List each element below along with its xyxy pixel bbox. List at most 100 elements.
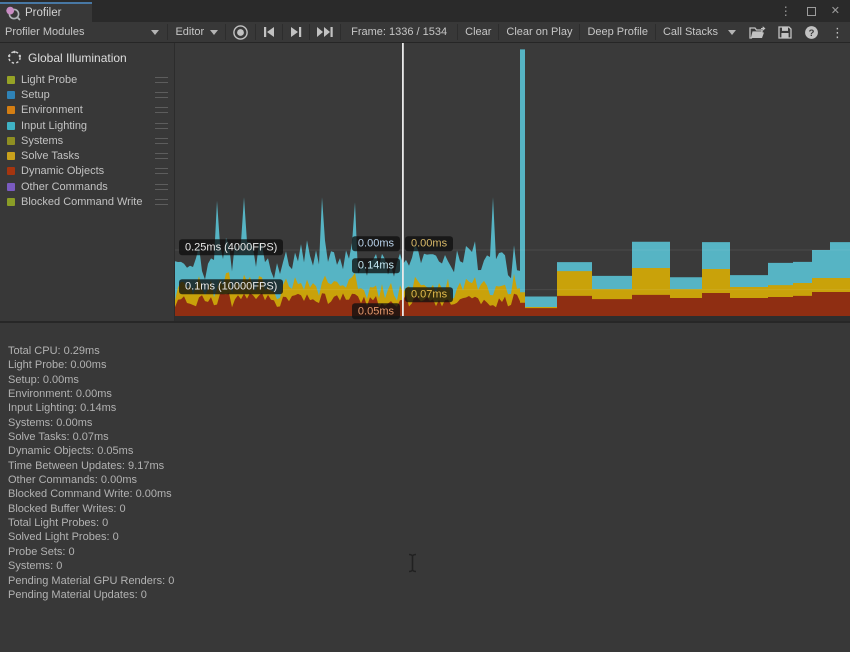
- skip-to-start-icon: [262, 26, 276, 38]
- profiler-modules-label: Profiler Modules: [5, 26, 84, 38]
- profiler-icon: [5, 6, 21, 21]
- legend-list: Light Probe Setup Environment Input Lightin…: [0, 72, 174, 210]
- window-menu-icon[interactable]: ⋮: [780, 5, 792, 17]
- svg-text:?: ?: [809, 28, 815, 39]
- module-title: Global Illumination: [28, 51, 127, 65]
- stat-line: Solve Tasks: 0.07ms: [8, 430, 850, 444]
- close-icon[interactable]: ✕: [831, 6, 840, 17]
- legend-color-swatch: [7, 76, 15, 84]
- current-frame-button[interactable]: [310, 22, 340, 42]
- legend-label: Systems: [21, 135, 155, 147]
- stat-line: Total CPU: 0.29ms: [8, 344, 850, 358]
- legend-label: Dynamic Objects: [21, 165, 155, 177]
- record-button[interactable]: [226, 22, 255, 42]
- selected-frame-line[interactable]: [402, 43, 404, 316]
- context-menu-button[interactable]: ⋮: [825, 22, 850, 42]
- legend-label: Input Lighting: [21, 120, 155, 132]
- drag-handle-icon[interactable]: [155, 153, 168, 159]
- legend-color-swatch: [7, 106, 15, 114]
- legend-item-dynamic-objects[interactable]: Dynamic Objects: [0, 164, 174, 179]
- profiler-window: Profiler ⋮ ✕ Profiler Modules Editor: [0, 0, 850, 652]
- deep-profile-label: Deep Profile: [587, 26, 648, 38]
- legend-label: Other Commands: [21, 181, 155, 193]
- drag-handle-icon[interactable]: [155, 92, 168, 98]
- stat-line: Other Commands: 0.00ms: [8, 473, 850, 487]
- stat-line: Environment: 0.00ms: [8, 387, 850, 401]
- record-icon: [232, 24, 249, 41]
- legend-item-environment[interactable]: Environment: [0, 103, 174, 118]
- tab-title: Profiler: [25, 7, 61, 19]
- clear-on-play-toggle[interactable]: Clear on Play: [499, 22, 579, 42]
- open-folder-icon: [749, 26, 766, 39]
- help-button[interactable]: ?: [798, 22, 825, 42]
- help-icon: ?: [804, 25, 819, 40]
- global-illumination-icon: [7, 50, 22, 65]
- drag-handle-icon[interactable]: [155, 77, 168, 83]
- legend-item-systems[interactable]: Systems: [0, 133, 174, 148]
- stats-list: Total CPU: 0.29msLight Probe: 0.00msSetu…: [8, 344, 850, 602]
- legend-color-swatch: [7, 198, 15, 206]
- stat-line: Time Between Updates: 9.17ms: [8, 459, 850, 473]
- clear-button[interactable]: Clear: [458, 22, 498, 42]
- legend-color-swatch: [7, 183, 15, 191]
- step-forward-icon: [289, 26, 303, 38]
- clear-on-play-label: Clear on Play: [506, 26, 572, 38]
- first-frame-button[interactable]: [256, 22, 282, 42]
- frame-counter: Frame: 1336 / 1534: [341, 22, 457, 42]
- kebab-menu-icon: ⋮: [831, 26, 844, 39]
- stat-line: Blocked Command Write: 0.00ms: [8, 487, 850, 501]
- deep-profile-toggle[interactable]: Deep Profile: [580, 22, 655, 42]
- drag-handle-icon[interactable]: [155, 168, 168, 174]
- stat-line: Pending Material GPU Renders: 0: [8, 574, 850, 588]
- legend-color-swatch: [7, 122, 15, 130]
- editor-target-dropdown[interactable]: Editor: [168, 22, 225, 42]
- editor-target-label: Editor: [175, 26, 204, 38]
- chevron-down-icon: [151, 30, 159, 35]
- drag-handle-icon[interactable]: [155, 199, 168, 205]
- stat-line: Setup: 0.00ms: [8, 373, 850, 387]
- drag-handle-icon[interactable]: [155, 123, 168, 129]
- drag-handle-icon[interactable]: [155, 138, 168, 144]
- legend-label: Setup: [21, 89, 155, 101]
- module-sidebar: Global Illumination Light Probe Setup Envi…: [0, 43, 175, 321]
- legend-item-light-probe[interactable]: Light Probe: [0, 72, 174, 87]
- save-floppy-icon: [778, 26, 792, 39]
- next-frame-button[interactable]: [283, 22, 309, 42]
- legend-color-swatch: [7, 137, 15, 145]
- legend-item-setup[interactable]: Setup: [0, 87, 174, 102]
- stat-line: Systems: 0: [8, 559, 850, 573]
- frame-counter-label: Frame: 1336 / 1534: [351, 26, 447, 38]
- drag-handle-icon[interactable]: [155, 184, 168, 190]
- stat-line: Input Lighting: 0.14ms: [8, 401, 850, 415]
- legend-label: Environment: [21, 104, 155, 116]
- profiler-modules-dropdown[interactable]: Profiler Modules: [0, 22, 167, 42]
- stat-line: Probe Sets: 0: [8, 545, 850, 559]
- stat-line: Pending Material Updates: 0: [8, 588, 850, 602]
- window-controls: ⋮ ✕: [780, 0, 850, 22]
- legend-label: Solve Tasks: [21, 150, 155, 162]
- clear-label: Clear: [465, 26, 491, 38]
- area-input-lighting: [175, 49, 850, 316]
- stat-line: Solved Light Probes: 0: [8, 530, 850, 544]
- profiler-toolbar: Profiler Modules Editor: [0, 22, 850, 43]
- gi-chart-svg: [175, 43, 850, 321]
- legend-label: Light Probe: [21, 74, 155, 86]
- call-stacks-dropdown[interactable]: Call Stacks: [656, 22, 743, 42]
- stat-line: Blocked Buffer Writes: 0: [8, 502, 850, 516]
- title-bar: Profiler ⋮ ✕: [0, 0, 850, 22]
- tab-profiler[interactable]: Profiler: [0, 2, 92, 22]
- legend-color-swatch: [7, 91, 15, 99]
- save-profile-button[interactable]: [772, 22, 798, 42]
- legend-item-solve-tasks[interactable]: Solve Tasks: [0, 148, 174, 163]
- gi-chart[interactable]: 0.25ms (4000FPS)0.1ms (10000FPS)0.00ms0.…: [175, 43, 850, 321]
- module-header[interactable]: Global Illumination: [0, 46, 174, 72]
- load-profile-button[interactable]: [743, 22, 772, 42]
- legend-item-other-commands[interactable]: Other Commands: [0, 179, 174, 194]
- legend-label: Blocked Command Write: [21, 196, 155, 208]
- legend-color-swatch: [7, 152, 15, 160]
- maximize-icon[interactable]: [807, 7, 816, 16]
- stat-line: Systems: 0.00ms: [8, 416, 850, 430]
- legend-item-input-lighting[interactable]: Input Lighting: [0, 118, 174, 133]
- drag-handle-icon[interactable]: [155, 107, 168, 113]
- legend-item-blocked-command-write[interactable]: Blocked Command Write: [0, 194, 174, 209]
